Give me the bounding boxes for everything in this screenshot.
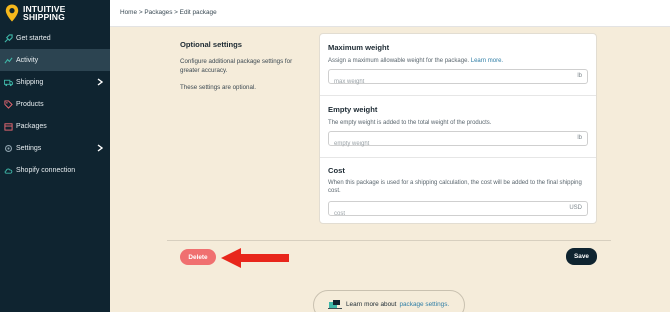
settings-card: Maximum weight Assign a maximum allowabl… (319, 33, 597, 224)
sidebar-item-get-started[interactable]: Get started (0, 27, 110, 49)
cloud-icon (4, 166, 13, 175)
divider (167, 240, 611, 241)
max-weight-title: Maximum weight (328, 43, 390, 52)
max-weight-unit: lb (577, 73, 582, 79)
empty-weight-section: Empty weight The empty weight is added t… (320, 96, 596, 158)
learn-more-banner[interactable]: Learn more about package settings. (313, 290, 465, 312)
empty-weight-description: The empty weight is added to the total w… (328, 120, 492, 126)
learn-more-link[interactable]: Learn more. (471, 58, 503, 64)
cost-description: When this package is used for a shipping… (328, 180, 582, 194)
sidebar-item-label: Shopify connection (16, 166, 76, 174)
sidebar-item-activity[interactable]: Activity (0, 49, 110, 71)
save-button[interactable]: Save (566, 248, 597, 265)
sidebar-item-label: Shipping (16, 78, 44, 86)
max-weight-field: lb (328, 69, 588, 89)
activity-icon (4, 56, 13, 65)
empty-weight-input[interactable] (329, 137, 529, 151)
sidebar: INTUITIVE SHIPPING Get started Activity … (0, 0, 110, 312)
sidebar-nav: Get started Activity Shipping Products P… (0, 27, 110, 181)
sidebar-item-label: Get started (16, 34, 51, 42)
sidebar-item-shopify-connection[interactable]: Shopify connection (0, 159, 110, 181)
top-bar: Home > Packages > Edit package (110, 0, 670, 27)
delete-button[interactable]: Delete (180, 249, 216, 265)
cost-title: Cost (328, 166, 345, 175)
sidebar-item-packages[interactable]: Packages (0, 115, 110, 137)
truck-icon (4, 78, 13, 87)
breadcrumb[interactable]: Home > Packages > Edit package (120, 9, 217, 16)
optional-settings-description: Configure additional package settings fo… (180, 58, 293, 74)
sidebar-item-label: Settings (16, 144, 42, 152)
optional-settings-heading: Optional settings (180, 40, 243, 49)
sidebar-item-label: Packages (16, 122, 47, 130)
cost-section: Cost When this package is used for a shi… (320, 158, 596, 224)
box-icon (4, 122, 13, 131)
cost-unit: USD (569, 205, 582, 211)
gear-icon (4, 144, 13, 153)
optional-settings-note: These settings are optional. (180, 84, 257, 91)
chevron-right-icon (97, 78, 103, 86)
brand-logo[interactable]: INTUITIVE SHIPPING (5, 4, 65, 22)
package-illustration-icon (328, 300, 342, 309)
learn-more-text: Learn more about (346, 300, 397, 308)
brand-name-line2: SHIPPING (23, 12, 65, 22)
max-weight-description-text: Assign a maximum allowable weight for th… (328, 58, 470, 64)
max-weight-section: Maximum weight Assign a maximum allowabl… (320, 34, 596, 96)
cost-field: USD (328, 201, 588, 221)
brand-name: INTUITIVE SHIPPING (23, 5, 65, 22)
sidebar-item-shipping[interactable]: Shipping (0, 71, 110, 93)
sidebar-item-label: Activity (16, 56, 39, 64)
empty-weight-field: lb (328, 131, 588, 151)
max-weight-description: Assign a maximum allowable weight for th… (328, 57, 590, 65)
empty-weight-unit: lb (577, 135, 582, 141)
chevron-right-icon (97, 144, 103, 152)
arrow-left-icon (221, 248, 289, 268)
cost-input[interactable] (329, 207, 529, 221)
max-weight-input[interactable] (329, 75, 529, 89)
empty-weight-title: Empty weight (328, 105, 378, 114)
location-pin-icon (5, 4, 19, 22)
sidebar-item-products[interactable]: Products (0, 93, 110, 115)
sidebar-item-label: Products (16, 100, 44, 108)
rocket-icon (4, 33, 13, 43)
learn-more-row: Learn more about package settings. (328, 299, 449, 309)
sidebar-item-settings[interactable]: Settings (0, 137, 110, 159)
package-settings-link[interactable]: package settings. (399, 301, 449, 308)
tag-icon (4, 99, 13, 109)
